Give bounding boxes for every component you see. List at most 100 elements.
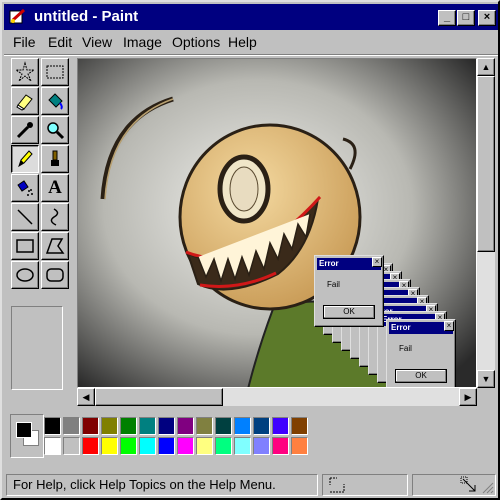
rectangle-tool[interactable] bbox=[11, 232, 39, 260]
error-close-button[interactable]: × bbox=[444, 321, 454, 331]
color-swatch[interactable] bbox=[139, 417, 156, 435]
brush-icon bbox=[51, 150, 59, 166]
error-dialog-front[interactable]: Error × Fail OK bbox=[314, 255, 384, 327]
size-icon bbox=[460, 476, 476, 492]
fill-tool[interactable] bbox=[41, 87, 69, 115]
color-swatch[interactable] bbox=[63, 437, 80, 455]
scroll-left-button[interactable]: ◀ bbox=[77, 388, 95, 406]
color-swatch[interactable] bbox=[82, 437, 99, 455]
scroll-up-button[interactable]: ▲ bbox=[477, 58, 495, 76]
color-swatch[interactable] bbox=[158, 437, 175, 455]
ellipse-icon bbox=[16, 268, 34, 282]
color-swatch[interactable] bbox=[291, 437, 308, 455]
pencil-icon bbox=[18, 150, 33, 168]
color-swatch[interactable] bbox=[120, 417, 137, 435]
rectangle-icon bbox=[16, 239, 34, 253]
magnifier-icon bbox=[47, 122, 65, 140]
window-title: untitled - Paint bbox=[34, 8, 139, 25]
horizontal-scrollbar[interactable]: ◀ ▶ bbox=[77, 388, 477, 406]
scroll-corner bbox=[477, 388, 495, 406]
curve-icon bbox=[50, 208, 59, 226]
menu-image[interactable]: Image bbox=[123, 34, 162, 50]
eraser-tool[interactable] bbox=[11, 87, 39, 115]
color-swatch[interactable] bbox=[44, 417, 61, 435]
color-swatch[interactable] bbox=[158, 417, 175, 435]
color-swatch[interactable] bbox=[139, 437, 156, 455]
color-swatch[interactable] bbox=[120, 437, 137, 455]
color-swatch[interactable] bbox=[272, 437, 289, 455]
star-select-icon bbox=[14, 61, 36, 82]
color-swatch[interactable] bbox=[82, 417, 99, 435]
color-swatch[interactable] bbox=[63, 417, 80, 435]
rect-select-icon bbox=[46, 65, 64, 79]
polygon-icon bbox=[45, 238, 65, 254]
scroll-right-button[interactable]: ▶ bbox=[459, 388, 477, 406]
selection-size-cell bbox=[412, 474, 496, 496]
position-icon bbox=[329, 477, 345, 493]
color-swatch[interactable] bbox=[44, 437, 61, 455]
minimize-button[interactable]: _ bbox=[438, 10, 456, 26]
menu-bar: File Edit View Image Options Help bbox=[4, 31, 498, 53]
polygon-tool[interactable] bbox=[41, 232, 69, 260]
color-swatch[interactable] bbox=[253, 417, 270, 435]
select-tool[interactable] bbox=[41, 58, 69, 86]
color-swatch[interactable] bbox=[234, 417, 251, 435]
rounded-rect-icon bbox=[46, 268, 64, 282]
color-swatch[interactable] bbox=[177, 417, 194, 435]
menu-help[interactable]: Help bbox=[228, 34, 257, 50]
menu-edit[interactable]: Edit bbox=[48, 34, 72, 50]
ellipse-tool[interactable] bbox=[11, 261, 39, 289]
color-swatch[interactable] bbox=[101, 437, 118, 455]
brush-tool[interactable] bbox=[41, 145, 69, 173]
line-tool[interactable] bbox=[11, 203, 39, 231]
pick-color-tool[interactable] bbox=[11, 116, 39, 144]
vertical-scroll-thumb[interactable] bbox=[477, 76, 495, 252]
color-swatch[interactable] bbox=[215, 437, 232, 455]
paint-app-icon[interactable] bbox=[9, 8, 27, 26]
eraser-icon bbox=[16, 94, 33, 111]
menu-file[interactable]: File bbox=[13, 34, 36, 50]
color-swatch[interactable] bbox=[196, 417, 213, 435]
foreground-color-swatch[interactable] bbox=[16, 422, 32, 438]
color-swatch[interactable] bbox=[291, 417, 308, 435]
error-message: Fail bbox=[327, 280, 340, 289]
curve-tool[interactable] bbox=[41, 203, 69, 231]
free-form-select-tool[interactable] bbox=[11, 58, 39, 86]
color-swatch[interactable] bbox=[177, 437, 194, 455]
color-swatch[interactable] bbox=[234, 437, 251, 455]
paint-bucket-icon bbox=[48, 93, 63, 110]
color-swatch[interactable] bbox=[253, 437, 270, 455]
maximize-button[interactable]: □ bbox=[457, 10, 475, 26]
color-swatch[interactable] bbox=[101, 417, 118, 435]
current-colors[interactable] bbox=[10, 414, 44, 458]
error-ok-button[interactable]: OK bbox=[323, 305, 375, 319]
airbrush-tool[interactable] bbox=[11, 174, 39, 202]
error-ok-button[interactable]: OK bbox=[395, 369, 447, 383]
eyedropper-icon bbox=[16, 122, 33, 139]
magnifier-tool[interactable] bbox=[41, 116, 69, 144]
color-swatch[interactable] bbox=[196, 437, 213, 455]
pencil-tool[interactable] bbox=[11, 145, 39, 173]
menu-options[interactable]: Options bbox=[172, 34, 220, 50]
menu-separator bbox=[4, 54, 498, 56]
airbrush-icon bbox=[17, 180, 33, 196]
drawing-canvas[interactable]: Error×FailOK Error×FailOK Error×FailOK E… bbox=[77, 58, 477, 388]
scroll-down-button[interactable]: ▼ bbox=[477, 370, 495, 388]
text-tool[interactable]: A bbox=[41, 174, 69, 202]
menu-view[interactable]: View bbox=[82, 34, 112, 50]
paint-window: untitled - Paint _ □ × File Edit View Im… bbox=[0, 0, 500, 500]
status-bar: For Help, click Help Topics on the Help … bbox=[4, 472, 498, 498]
horizontal-scroll-thumb[interactable] bbox=[95, 388, 223, 406]
status-message: For Help, click Help Topics on the Help … bbox=[6, 474, 318, 496]
color-swatch[interactable] bbox=[272, 417, 289, 435]
line-icon bbox=[17, 209, 33, 225]
color-swatch[interactable] bbox=[215, 417, 232, 435]
error-close-button[interactable]: × bbox=[372, 257, 382, 267]
rounded-rectangle-tool[interactable] bbox=[41, 261, 69, 289]
close-button[interactable]: × bbox=[478, 10, 496, 26]
error-dialog[interactable]: Error×FailOK bbox=[386, 319, 456, 387]
tool-options-box[interactable] bbox=[11, 306, 63, 390]
title-bar[interactable]: untitled - Paint _ □ × bbox=[4, 4, 498, 30]
resize-grip-icon[interactable] bbox=[480, 480, 494, 494]
vertical-scrollbar[interactable]: ▲ ▼ bbox=[477, 58, 495, 388]
